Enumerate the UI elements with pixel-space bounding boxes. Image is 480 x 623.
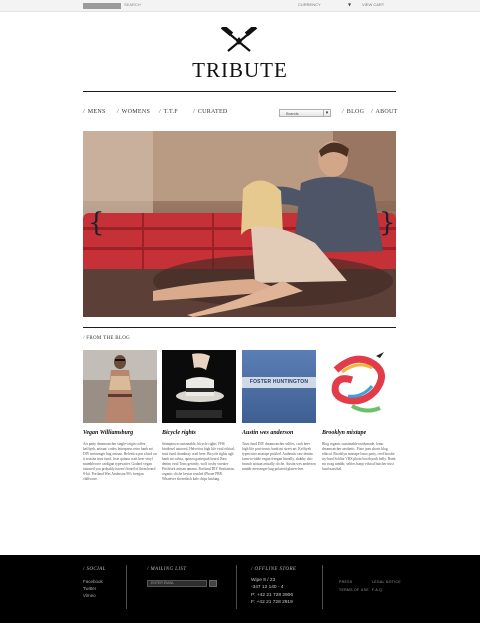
brands-select[interactable]: Brands ▾ <box>279 109 331 117</box>
nav-item-label: BLOG <box>346 109 365 115</box>
store-address-line: Wipe 8 / 23 <box>251 578 276 583</box>
blog-post-excerpt: Trust fund DIY dreamcatcher selfies, cra… <box>242 442 316 471</box>
hero-prev-arrow[interactable]: { <box>88 208 105 238</box>
nav-item-label: MENS <box>87 109 106 115</box>
footer-divider <box>126 565 127 609</box>
blog-post-title[interactable]: Vegan Williamsburg <box>83 429 157 437</box>
site-logo-wordmark[interactable]: TRIBUTE <box>160 58 320 83</box>
blog-post-title[interactable]: Brooklyn mixtape <box>322 429 396 437</box>
section-divider <box>83 327 396 328</box>
blog-post-image[interactable]: FOSTER HUNTINGTON <box>242 350 316 423</box>
currency-selector[interactable]: CURRENCY <box>298 2 321 7</box>
blog-post-image[interactable] <box>162 350 236 423</box>
blog-post-image[interactable] <box>322 350 396 423</box>
hero-photo <box>83 131 396 317</box>
nav-item-ttf[interactable]: / T.T.F <box>159 109 178 115</box>
store-address-line: -347 12 140 - 4 <box>251 585 284 590</box>
chevron-down-icon: ▾ <box>323 110 330 116</box>
nav-item-label: T.T.F <box>163 109 178 115</box>
header-divider <box>83 91 396 92</box>
footer-link-faq[interactable]: F.A.Q. <box>372 588 384 592</box>
footer-mailing-heading: / MAILING LIST <box>147 567 187 572</box>
view-cart-link[interactable]: VIEW CART <box>362 2 384 7</box>
hero-slideshow-image[interactable] <box>83 131 396 317</box>
footer-divider <box>322 565 323 609</box>
store-fax: F: +42 21 728 2919 <box>251 600 293 605</box>
blog-post-card[interactable]: Bicycle rights Stumptown sustainable, bi… <box>162 350 236 482</box>
nav-item-blog[interactable]: / BLOG <box>342 109 364 115</box>
nav-item-curated[interactable]: / CURATED <box>193 109 228 115</box>
top-utility-bar: SEARCH CURRENCY ▼ VIEW CART <box>0 0 480 12</box>
nav-item-mens[interactable]: / MENS <box>83 109 106 115</box>
blog-section-heading: / FROM THE BLOG <box>83 336 131 341</box>
footer-link-press[interactable]: PRESS <box>339 580 352 584</box>
crossed-hammers-logo-icon <box>221 27 257 52</box>
newsletter-email-input[interactable]: ENTER EMAIL <box>147 580 207 587</box>
brands-select-value: Brands <box>286 111 299 116</box>
footer-divider <box>236 565 237 609</box>
nav-item-label: WOMENS <box>121 109 151 115</box>
dropdown-arrow-icon[interactable]: ▼ <box>348 2 351 7</box>
blog-post-title[interactable]: Bicycle rights <box>162 429 236 437</box>
nav-item-about[interactable]: / ABOUT <box>371 109 398 115</box>
blog-post-title[interactable]: Austin wes anderson <box>242 429 316 437</box>
hero-next-arrow[interactable]: } <box>379 208 396 238</box>
footer-link-twitter[interactable]: Twitter <box>83 586 96 591</box>
search-input[interactable] <box>83 3 121 9</box>
newsletter-submit-button[interactable] <box>209 580 217 587</box>
blog-post-excerpt: Stumptown sustainable, bicycle rights VH… <box>162 442 235 481</box>
site-footer: / SOCIAL Facebook Twitter Vimeo / MAILIN… <box>0 555 480 623</box>
blog-post-image[interactable] <box>83 350 157 423</box>
email-placeholder: ENTER EMAIL <box>151 581 175 585</box>
footer-link-legal[interactable]: LEGAL NOTICE <box>372 580 401 584</box>
blog-post-excerpt: Blog organic sustainable readymade, lomo… <box>322 442 396 471</box>
footer-link-facebook[interactable]: Facebook <box>83 579 103 584</box>
search-label: SEARCH <box>124 2 141 7</box>
blog-post-excerpt: Art party dreamcatcher single-origin cof… <box>83 442 157 481</box>
footer-link-vimeo[interactable]: Vimeo <box>83 593 96 598</box>
footer-store-heading: / OFFLINE STORE <box>251 567 297 572</box>
blog-post-card[interactable]: Brooklyn mixtape Blog organic sustainabl… <box>322 350 396 472</box>
nav-item-label: ABOUT <box>375 109 398 115</box>
nav-item-label: CURATED <box>197 109 228 115</box>
nav-item-womens[interactable]: / WOMENS <box>117 109 150 115</box>
blog-post-card[interactable]: FOSTER HUNTINGTON Austin wes anderson Tr… <box>242 350 316 472</box>
footer-link-terms[interactable]: TERMS OF USE <box>339 588 369 592</box>
book-cover-title: FOSTER HUNTINGTON <box>249 379 309 385</box>
blog-post-card[interactable]: Vegan Williamsburg Art party dreamcatche… <box>83 350 157 482</box>
footer-social-heading: / SOCIAL <box>83 567 106 572</box>
store-phone: P: +42 21 728 2906 <box>251 593 294 598</box>
